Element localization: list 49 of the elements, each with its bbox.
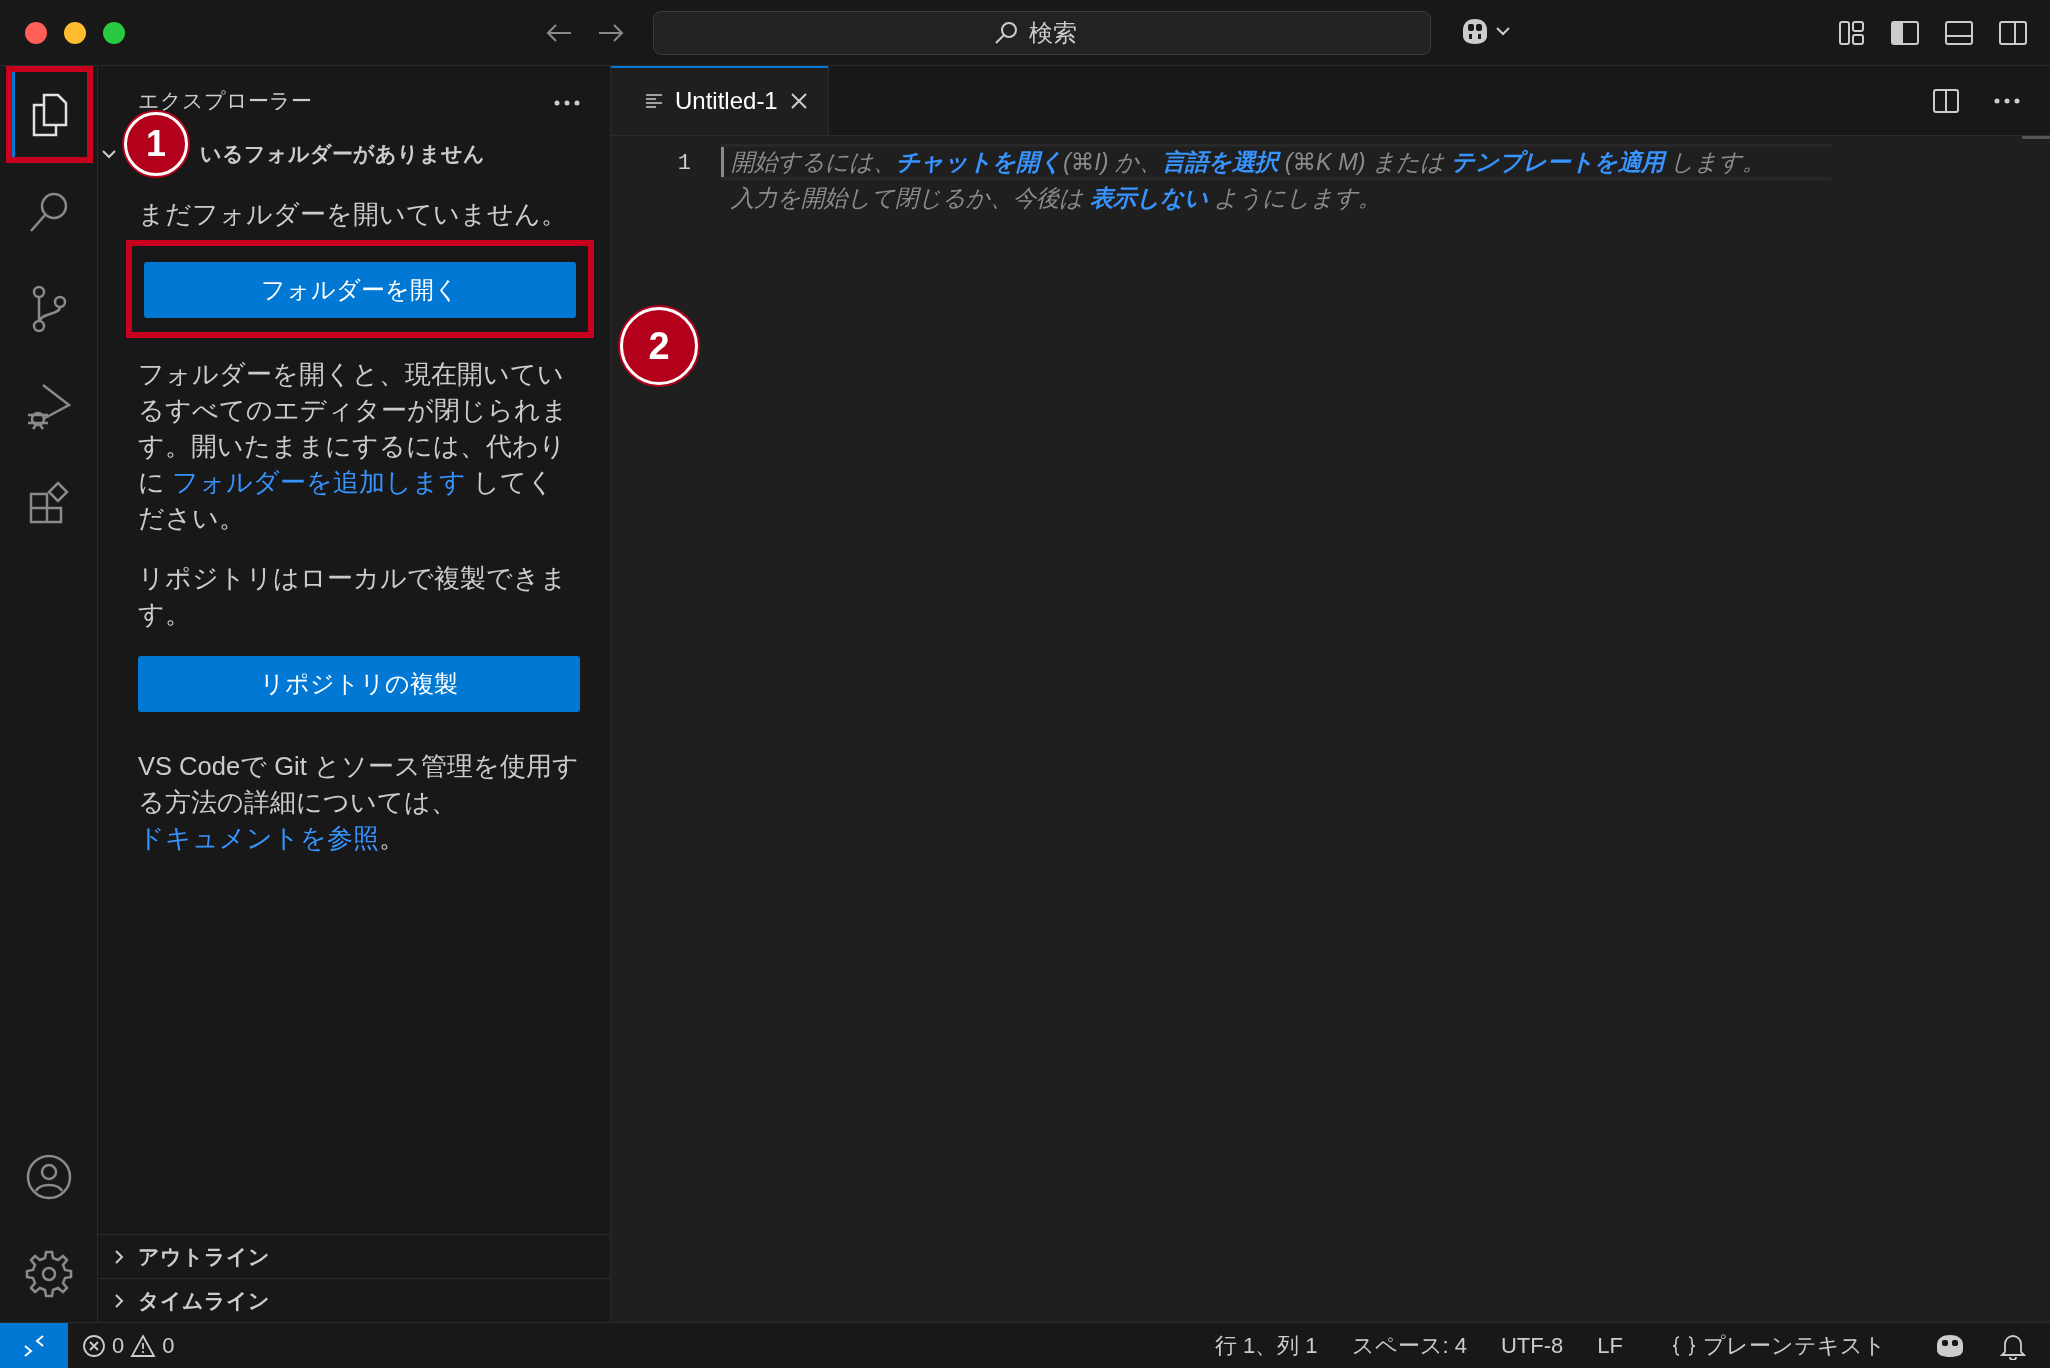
problems-status[interactable]: 0 0 bbox=[68, 1332, 189, 1359]
close-icon[interactable] bbox=[789, 91, 808, 110]
status-bar-item[interactable]: 行 1、列 1 bbox=[1214, 1330, 1318, 1361]
hint-link[interactable]: 言語を選択 bbox=[1162, 149, 1279, 175]
text-file-icon bbox=[645, 92, 663, 109]
more-actions-icon[interactable] bbox=[1994, 97, 2020, 104]
clone-description: リポジトリはローカルで複製できます。 bbox=[138, 563, 568, 630]
git-docs-description: VS Codeで Git とソース管理を使用する方法の詳細については、 ドキュメントを参照。 bbox=[138, 751, 580, 854]
error-icon bbox=[82, 1333, 106, 1358]
line-number: 1 bbox=[677, 151, 691, 176]
hint-link[interactable]: チャットを開く bbox=[896, 149, 1063, 175]
add-folder-link[interactable]: フォルダーを追加します bbox=[172, 468, 467, 496]
customize-layout-icon[interactable] bbox=[1838, 19, 1866, 46]
intro-text: まだフォルダーを開いていません。 bbox=[138, 199, 568, 230]
search-input[interactable]: 検索 bbox=[1027, 17, 1091, 48]
status-bar-item[interactable]: スペース: 4 bbox=[1351, 1330, 1467, 1361]
open-folder-description: フォルダーを開くと、現在開いているすべてのエディターが閉じられます。開いたままにするには、代わりに フォルダーを追加します してください。 bbox=[138, 359, 569, 534]
minimize-window-icon[interactable] bbox=[64, 21, 86, 44]
split-editor-icon[interactable] bbox=[1932, 87, 1960, 114]
sidebar-toggle-icon[interactable] bbox=[1890, 19, 1920, 46]
status-bar-item[interactable]: LF bbox=[1597, 1332, 1623, 1359]
editor-hint-text: 入力を開始して閉じるか、今後は 表示しない ようにします。 bbox=[730, 184, 1383, 213]
hint-link[interactable]: 表示しない bbox=[1089, 185, 1208, 211]
editor-tab[interactable]: Untitled-1 bbox=[611, 66, 829, 135]
section-header[interactable]: タイムライン bbox=[98, 1278, 610, 1322]
section-header[interactable]: アウトライン bbox=[98, 1234, 610, 1278]
section-header[interactable]: いるフォルダーがありません bbox=[200, 140, 485, 168]
settings-icon[interactable] bbox=[23, 1248, 74, 1299]
docs-link[interactable]: ドキュメントを参照 bbox=[138, 824, 379, 852]
secondary-sidebar-icon[interactable] bbox=[1998, 19, 2028, 46]
editor-hint-text: 開始するには、チャットを開く(⌘I) か、言語を選択 (⌘K M) または テンプレートを適用 します。 bbox=[730, 148, 1767, 177]
sidebar-title: エクスプローラー bbox=[138, 88, 312, 114]
account-icon[interactable] bbox=[24, 1152, 73, 1201]
forward-arrow-icon[interactable] bbox=[597, 22, 625, 43]
activity-bar-item[interactable] bbox=[6, 66, 93, 163]
annotation-badge: 1 bbox=[124, 112, 188, 176]
maximize-window-icon[interactable] bbox=[103, 21, 125, 44]
close-window-icon[interactable] bbox=[25, 21, 47, 44]
search-icon bbox=[993, 19, 1019, 46]
copilot-icon[interactable] bbox=[1934, 1332, 1966, 1359]
search-field[interactable]: 検索 bbox=[653, 10, 1431, 55]
language-mode-item[interactable]: プレーンテキスト bbox=[1657, 1330, 1900, 1361]
panel-toggle-icon[interactable] bbox=[1944, 19, 1974, 46]
braces-icon bbox=[1671, 1334, 1697, 1357]
open-folder-button[interactable]: フォルダーを開く bbox=[144, 262, 576, 318]
clone-repository-button[interactable]: リポジトリの複製 bbox=[138, 656, 580, 712]
warning-icon bbox=[130, 1333, 157, 1358]
status-bar-item[interactable]: UTF-8 bbox=[1501, 1332, 1564, 1359]
back-arrow-icon[interactable] bbox=[545, 22, 573, 43]
